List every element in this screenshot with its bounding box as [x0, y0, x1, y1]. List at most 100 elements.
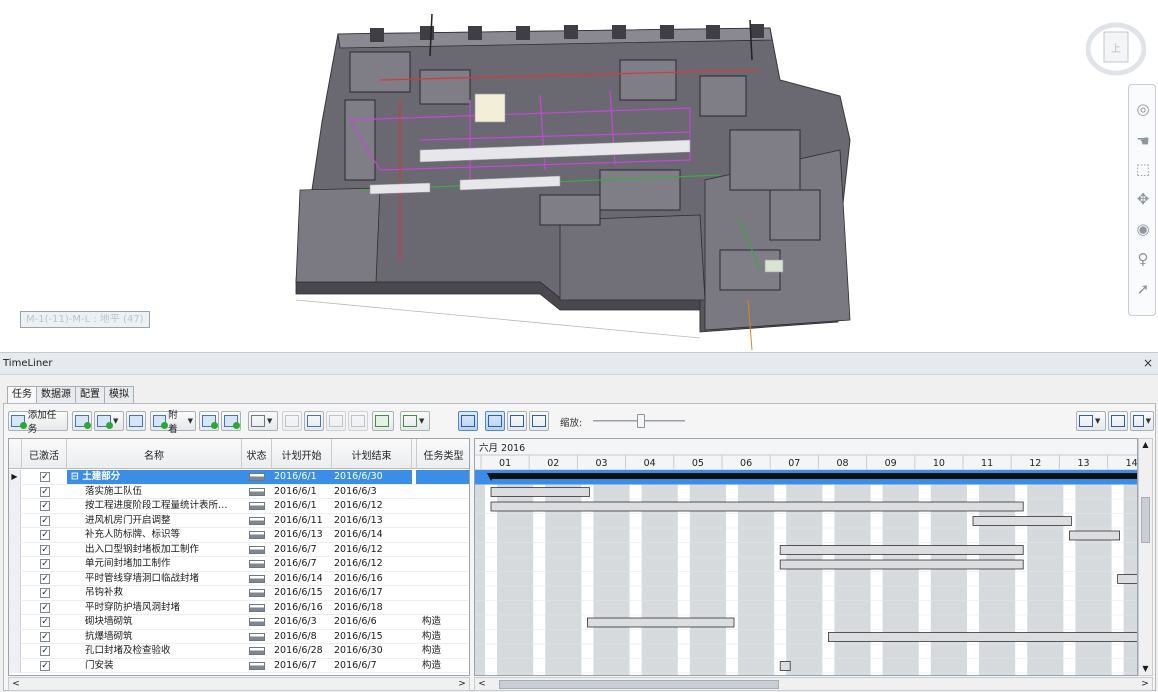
gantt-vertical-scrollbar[interactable]: ▲ ▼: [1138, 438, 1153, 676]
planned-start-cell[interactable]: 2016/6/16: [272, 601, 332, 615]
vertical-scroll-thumb[interactable]: [1141, 497, 1150, 543]
task-type-cell[interactable]: [416, 572, 469, 586]
planned-start-cell[interactable]: 2016/6/7: [272, 543, 332, 557]
planned-start-cell[interactable]: 2016/6/15: [272, 586, 332, 600]
gantt-canvas[interactable]: 六月 2016 01 02 03 04 05 06 07 08 09 10 11 12 13 14: [475, 439, 1138, 676]
steering-wheel-icon[interactable]: ◎: [1133, 99, 1153, 119]
table-row[interactable]: ✓ 砌块墙砌筑 2016/6/3 2016/6/6 构造: [9, 615, 469, 630]
planned-end-cell[interactable]: 2016/6/12: [332, 499, 412, 513]
active-checkbox[interactable]: ✓: [40, 501, 50, 511]
row-indicator[interactable]: [9, 528, 21, 542]
scroll-right-icon[interactable]: >: [455, 678, 469, 690]
horizontal-scroll-thumb[interactable]: [499, 680, 779, 689]
col-header-planned-start[interactable]: 计划开始: [272, 439, 332, 469]
planned-end-cell[interactable]: 2016/6/13: [332, 514, 412, 528]
table-row[interactable]: ✓ 单元间封堵加工制作 2016/6/7 2016/6/12: [9, 557, 469, 572]
col-header-task-type[interactable]: 任务类型: [416, 439, 469, 469]
tab-data-sources[interactable]: 数据源: [36, 386, 76, 403]
row-indicator[interactable]: ▶: [9, 470, 21, 484]
active-checkbox[interactable]: ✓: [40, 631, 50, 642]
task-type-cell[interactable]: [416, 601, 469, 615]
planned-start-cell[interactable]: 2016/6/7: [272, 659, 332, 673]
planned-end-cell[interactable]: 2016/6/18: [332, 601, 412, 615]
table-row[interactable]: ✓ 按工程进度阶段工程量统计表所… 2016/6/1 2016/6/12: [9, 499, 469, 514]
planned-end-cell[interactable]: 2016/6/15: [332, 630, 412, 644]
task-name-cell[interactable]: 砌块墙砌筑: [67, 615, 242, 629]
table-row[interactable]: ✓ 平时穿防护墙风洞封堵 2016/6/16 2016/6/18: [9, 600, 469, 615]
indent-button[interactable]: [326, 411, 346, 431]
planned-start-cell[interactable]: 2016/6/28: [272, 644, 332, 658]
task-type-cell[interactable]: [416, 470, 469, 484]
planned-end-cell[interactable]: 2016/6/12: [332, 543, 412, 557]
import-button[interactable]: [1108, 411, 1128, 431]
planned-end-cell[interactable]: 2016/6/3: [332, 485, 412, 499]
table-row[interactable]: ✓ 补充人防标牌、标识等 2016/6/13 2016/6/14: [9, 528, 469, 543]
gantt-horizontal-scrollbar[interactable]: < >: [474, 677, 1153, 691]
row-indicator[interactable]: [9, 658, 21, 673]
task-name-cell[interactable]: 抗爆墙砌筑: [67, 630, 242, 644]
table-row[interactable]: ✓ 吊钩补救 2016/6/15 2016/6/17: [9, 586, 469, 601]
task-name-cell[interactable]: 平时管线穿墙洞口临战封堵: [67, 572, 242, 586]
task-name-cell[interactable]: 单元间封堵加工制作: [67, 557, 242, 571]
task-type-cell[interactable]: [416, 557, 469, 571]
row-indicator[interactable]: [9, 557, 21, 571]
collapse-icon[interactable]: ⊟: [71, 471, 82, 482]
zoom-slider[interactable]: [593, 414, 685, 428]
task-name-cell[interactable]: 吊钩补救: [67, 586, 242, 600]
col-header-active[interactable]: 已激活: [22, 439, 67, 469]
table-row[interactable]: ✓ 抗爆墙砌筑 2016/6/8 2016/6/15 构造: [9, 629, 469, 644]
viewcube-icon[interactable]: 上: [1085, 18, 1147, 80]
grid-horizontal-scrollbar[interactable]: < >: [8, 677, 470, 691]
move-up-button[interactable]: [282, 411, 302, 431]
planned-view-button[interactable]: [507, 411, 527, 431]
3d-viewport[interactable]: M-1(-11)-M-L : 地平 (47) 上 ◎ ☚ ⬚ ✥ ◉ ♀ ➚: [0, 0, 1158, 352]
row-indicator[interactable]: [9, 629, 21, 644]
task-name-cell[interactable]: 孔口封堵及检查验收: [67, 644, 242, 658]
scroll-left-icon[interactable]: <: [9, 678, 23, 690]
planned-start-cell[interactable]: 2016/6/7: [272, 557, 332, 571]
active-checkbox[interactable]: ✓: [40, 617, 50, 627]
outdent-button[interactable]: [348, 411, 368, 431]
planned-start-cell[interactable]: 2016/6/1: [272, 499, 332, 513]
actual-view-button[interactable]: [529, 411, 549, 431]
look-around-icon[interactable]: ◉: [1133, 219, 1153, 239]
table-row[interactable]: ✓ 出入口型钢封堵板加工制作 2016/6/7 2016/6/12: [9, 542, 469, 557]
task-type-cell[interactable]: 构造: [416, 615, 469, 629]
planned-end-cell[interactable]: 2016/6/30: [332, 470, 412, 484]
gantt-chart[interactable]: 六月 2016 01 02 03 04 05 06 07 08 09 10 11 12 13 14: [474, 438, 1138, 676]
planned-start-cell[interactable]: 2016/6/8: [272, 630, 332, 644]
task-name-cell[interactable]: 平时穿防护墙风洞封堵: [67, 601, 242, 615]
planned-start-cell[interactable]: 2016/6/3: [272, 615, 332, 629]
walk-icon[interactable]: ♀: [1133, 249, 1153, 269]
add-task-button[interactable]: 添加任务: [8, 410, 68, 435]
tab-tasks[interactable]: 任务: [7, 386, 37, 404]
task-name-cell[interactable]: ⊟ 土建部分: [67, 470, 242, 484]
table-row[interactable]: ✓ 平时管线穿墙洞口临战封堵 2016/6/14 2016/6/16: [9, 571, 469, 586]
building-model-view[interactable]: [0, 0, 1158, 352]
planned-end-cell[interactable]: 2016/6/6: [332, 615, 412, 629]
auto-add-tasks-button[interactable]: ▼: [94, 411, 124, 431]
planned-end-cell[interactable]: 2016/6/16: [332, 572, 412, 586]
clear-attachments-button[interactable]: [221, 411, 241, 431]
planned-start-cell[interactable]: 2016/6/14: [272, 572, 332, 586]
find-items-button[interactable]: ▼: [248, 411, 278, 431]
table-row[interactable]: ✓ 进风机房门开启调整 2016/6/11 2016/6/13: [9, 513, 469, 528]
export-button[interactable]: ▼: [1130, 411, 1154, 431]
table-row[interactable]: ✓ 落实施工队伍 2016/6/1 2016/6/3: [9, 484, 469, 499]
select-pointer-icon[interactable]: ➚: [1133, 279, 1153, 299]
insert-task-button[interactable]: [72, 411, 92, 431]
planned-start-cell[interactable]: 2016/6/1: [272, 470, 332, 484]
move-down-button[interactable]: [304, 411, 324, 431]
task-name-cell[interactable]: 补充人防标牌、标识等: [67, 528, 242, 542]
scroll-right-icon[interactable]: >: [1138, 678, 1152, 690]
task-name-cell[interactable]: 出入口型钢封堵板加工制作: [67, 543, 242, 557]
active-checkbox[interactable]: ✓: [40, 646, 50, 656]
planned-start-cell[interactable]: 2016/6/1: [272, 485, 332, 499]
planned-end-cell[interactable]: 2016/6/30: [332, 644, 412, 658]
task-type-cell[interactable]: [416, 499, 469, 513]
table-row[interactable]: ✓ 门安装 2016/6/7 2016/6/7 构造: [9, 658, 469, 673]
row-indicator[interactable]: [9, 615, 21, 629]
planned-end-cell[interactable]: 2016/6/14: [332, 528, 412, 542]
task-type-cell[interactable]: [416, 514, 469, 528]
task-name-cell[interactable]: 落实施工队伍: [67, 485, 242, 499]
